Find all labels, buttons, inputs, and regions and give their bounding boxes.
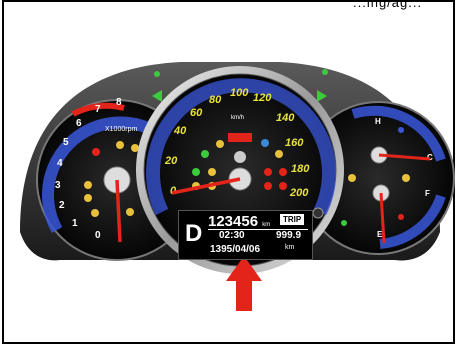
tach-tick-1: 1 [72, 218, 78, 229]
speed-tick-100: 100 [230, 87, 249, 99]
airbag-icon [84, 194, 92, 202]
right-indicator-light [322, 69, 328, 75]
speed-tick-20: 20 [164, 155, 178, 167]
engine-check-icon [126, 208, 134, 216]
oil-warning-icon [116, 141, 124, 149]
high-beam-icon [261, 139, 269, 147]
fog-light-icon [275, 150, 283, 158]
door-open-icon [91, 209, 99, 217]
trip-value: 999.9 [276, 230, 302, 241]
trip-reset-knob [312, 207, 324, 219]
tach-tick-5: 5 [63, 137, 69, 148]
position-light-icon [201, 150, 209, 158]
speed-tick-120: 120 [253, 92, 272, 104]
abs-icon [208, 168, 216, 176]
fuel-full-label: F [425, 189, 430, 198]
brake-warning-icon [228, 133, 252, 142]
odometer-unit: km [262, 222, 271, 228]
esc-icon [216, 140, 224, 148]
speed-tick-180: 180 [291, 163, 310, 175]
tach-tick-7: 7 [95, 104, 101, 115]
speed-tick-80: 80 [209, 94, 222, 106]
cruise-indicator-icon [341, 220, 347, 226]
steering-warning-icon [264, 168, 272, 176]
odometer-value: 123456 [208, 213, 259, 230]
coolant-icon [398, 127, 404, 133]
tach-tick-0: 0 [95, 230, 101, 241]
left-indicator-light [154, 71, 160, 77]
seatbelt-icon [84, 181, 92, 189]
speed-tick-40: 40 [173, 125, 187, 137]
charge-warning-icon [279, 168, 287, 176]
gear-indicator: D [185, 220, 203, 247]
speed-tick-140: 140 [276, 112, 295, 124]
speed-tick-60: 60 [190, 107, 203, 119]
speedometer-unit: km/h [231, 115, 244, 121]
oil-pressure-icon [279, 182, 287, 190]
brand-logo-icon [234, 151, 246, 163]
clock-readout: 02:30 [219, 230, 245, 241]
speed-tick-160: 160 [285, 137, 304, 149]
temp-hot-label: H [375, 117, 381, 126]
speed-tick-200: 200 [289, 187, 309, 199]
tachometer-unit: X1000rpm [105, 126, 137, 133]
tach-tick-2: 2 [59, 200, 65, 211]
fuel-low-icon [398, 214, 404, 220]
tach-tick-6: 6 [76, 118, 82, 129]
trip-label[interactable]: TRIP [280, 214, 305, 225]
tach-tick-3: 3 [55, 180, 61, 191]
date-readout: 1395/04/06 [210, 244, 261, 255]
trip-unit: km [285, 244, 295, 251]
tpms-warning-icon [348, 174, 356, 182]
tach-tick-8: 8 [116, 97, 122, 108]
low-beam-icon [192, 168, 200, 176]
coolant-temp-icon [264, 182, 272, 190]
battery-warning-icon [92, 148, 100, 156]
odometer-readout: 123456 km [208, 213, 270, 230]
info-display: D 123456 km TRIP 02:30 999.9 1395/04/06 … [178, 210, 313, 260]
fuel-pump-icon [402, 174, 410, 182]
tach-tick-4: 4 [57, 158, 63, 169]
dashboard-cluster: 0 1 2 3 4 5 6 7 8 X1000rpm H C F E [20, 62, 455, 311]
